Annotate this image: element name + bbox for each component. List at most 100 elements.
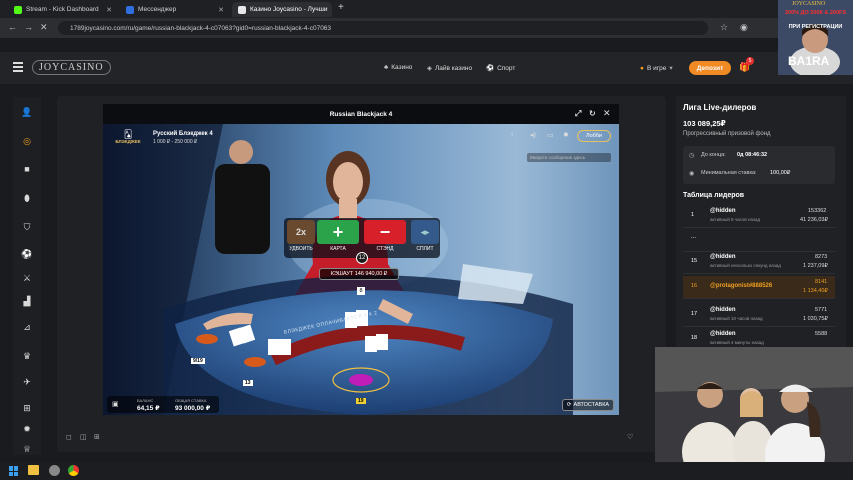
split-button[interactable]: ◂▸ [411,220,439,244]
new-tab-button[interactable]: + [338,2,344,13]
shield-icon[interactable]: ⛉ [21,221,33,233]
min-bet-label: Минимальная ставка: [701,170,757,176]
notification-badge: 5 [746,57,754,65]
back-arrow-icon[interactable]: ‹ [511,131,513,138]
player-name: @hidden [710,331,736,337]
promo-offer: 200% ДО 200К & 200FS [784,10,847,16]
cashout-badge[interactable]: КЭШАУТ 146 940,00 ₽ [319,268,399,280]
tab-messenger[interactable]: Мессенджер ✕ [120,2,230,17]
close-icon[interactable]: ✕ [212,6,224,14]
tab-joycasino[interactable]: Казино Joycasino - Лучши ✕ [232,2,332,17]
live-casino-icon: ◈ [427,65,432,72]
split-label: СПЛИТ [416,246,434,252]
table-limits: 1 000 ₽ - 250 000 ₽ [153,139,198,145]
player-name: @hidden [710,307,736,313]
until-end-label: До конца: [701,152,726,158]
player-prize: 1 134,40₽ [803,288,828,294]
chrome-icon[interactable] [68,465,79,476]
app-icon[interactable] [49,465,60,476]
nav-live-casino[interactable]: ◈ Лайв казино [427,64,472,73]
stats-icon[interactable]: ▟ [21,295,33,307]
promo-brand: JOYCASINO [792,1,826,7]
forward-icon[interactable]: → [24,22,33,32]
trophy-icon[interactable]: ♕ [21,443,33,455]
settings-icon[interactable]: ✹ [21,423,33,435]
close-icon[interactable]: ✕ [327,6,332,14]
menu-icon[interactable] [13,62,23,72]
tab-kick-dashboard[interactable]: Stream - Kick Dashboard ✕ [8,2,118,17]
player-name: @protagonist#888526 [710,283,773,289]
coin-stack-icon: ◉ [689,171,695,177]
cashout-label: КЭШАУТ 146 940,00 ₽ [330,271,388,277]
grid-view-icon[interactable]: ⊞ [94,433,100,441]
leaderboard-row: 15 @hidden активный несколько секунд наз… [683,251,835,274]
balance-value: 64,15 ₽ [137,405,160,412]
deposit-button[interactable]: Депозит [689,61,731,75]
player-score: 8141 [815,279,828,285]
chevron-down-icon: ▾ [669,65,673,72]
rank: 16 [691,283,698,289]
favorite-icon[interactable]: ♡ [627,433,633,441]
browser-tab-bar: Stream - Kick Dashboard ✕ Мессенджер ✕ К… [0,0,853,18]
user-icon[interactable]: 👤 [21,106,33,118]
rank: 1 [691,212,695,218]
chat-input[interactable]: Введите сообщение здесь [527,153,611,162]
lobby-label: Лобби [585,133,603,139]
left-sidebar: 👤 ◎ ■ ⬮ ⛉ ⚽ ⚔ ▟ ⊿ ♛ ✈ ⊞ ✹ ♕ [13,97,41,455]
joycasino-icon [238,5,246,14]
close-load-icon[interactable]: ✕ [40,22,48,33]
back-icon[interactable]: ← [8,22,17,32]
player-score: 5588 [815,331,828,337]
bonus-icon[interactable]: ◎ [21,135,33,147]
player-score: 153362 [808,208,827,214]
split-view-icon[interactable]: ◫ [80,433,87,441]
rank: 15 [691,258,698,264]
hand-score-left: 9/19 [191,358,205,364]
sport-icon: ⚽ [486,65,495,72]
taskbar [0,462,853,480]
chart-icon[interactable]: ⊿ [21,321,33,333]
game-title: Russian Blackjack 4 [329,110,393,118]
autostake-button[interactable]: ⟳ АВТОСТАВКА [562,399,614,411]
prize-label: Прогрессивный призовой фонд [683,131,771,137]
live-video: 🂡 БЛЭКДЖЕК Русский Блэкджек 4 1 000 ₽ - … [103,124,619,415]
soccer-icon[interactable]: ⚽ [21,248,33,260]
double-label: УДВОИТЬ [289,246,313,252]
close-icon[interactable]: ✕ [100,6,112,14]
star-icon[interactable]: ☆ [720,22,728,33]
site-logo[interactable]: JOYCASINO [32,60,111,75]
chat-icon[interactable]: ▭ [547,131,554,139]
game-title-bar: Russian Blackjack 4 ⤢ ↻ ✕ [103,104,619,124]
profile-icon[interactable]: ◉ [740,22,748,33]
min-bet-value: 100,00₽ [770,170,791,176]
status-label: В игре [646,64,667,72]
promo-icon[interactable]: ⬮ [21,192,33,204]
crown-icon[interactable]: ♛ [21,350,33,362]
game-status[interactable]: ● В игре ▾ [640,64,673,73]
view-mode-icon[interactable]: ◻ [66,433,72,441]
gift-icon[interactable]: ⊞ [21,402,33,414]
sound-icon[interactable]: ◂) [530,131,536,139]
stand-button[interactable]: − [364,220,406,244]
double-button[interactable]: 2x [287,220,315,244]
player-name: @hidden [710,254,736,260]
nav-label: Казино [391,64,413,71]
expand-icon[interactable]: ⤢ [575,109,581,119]
hockey-icon[interactable]: ⚔ [21,272,33,284]
windows-start-icon[interactable] [9,466,19,476]
kick-icon [14,5,22,14]
lobby-button[interactable]: Лобби [577,130,611,142]
nav-casino[interactable]: ♣ Казино [384,64,412,71]
hit-button[interactable]: + [317,220,359,244]
settings-icon[interactable]: ✹ [563,131,569,139]
url-input[interactable]: 1789joycasino.com/ru/game/russian-blackj… [58,21,708,35]
close-icon[interactable]: ✕ [603,108,611,119]
file-explorer-icon[interactable] [28,465,39,475]
autostake-label: АВТОСТАВКА [573,402,610,408]
plane-icon[interactable]: ✈ [21,376,33,388]
bag-icon[interactable]: ■ [21,163,33,175]
hit-label: КАРТА [330,246,346,252]
nav-sport[interactable]: ⚽ Спорт [486,64,515,73]
player-score: 8273 [815,254,828,260]
refresh-icon[interactable]: ↻ [589,109,596,118]
